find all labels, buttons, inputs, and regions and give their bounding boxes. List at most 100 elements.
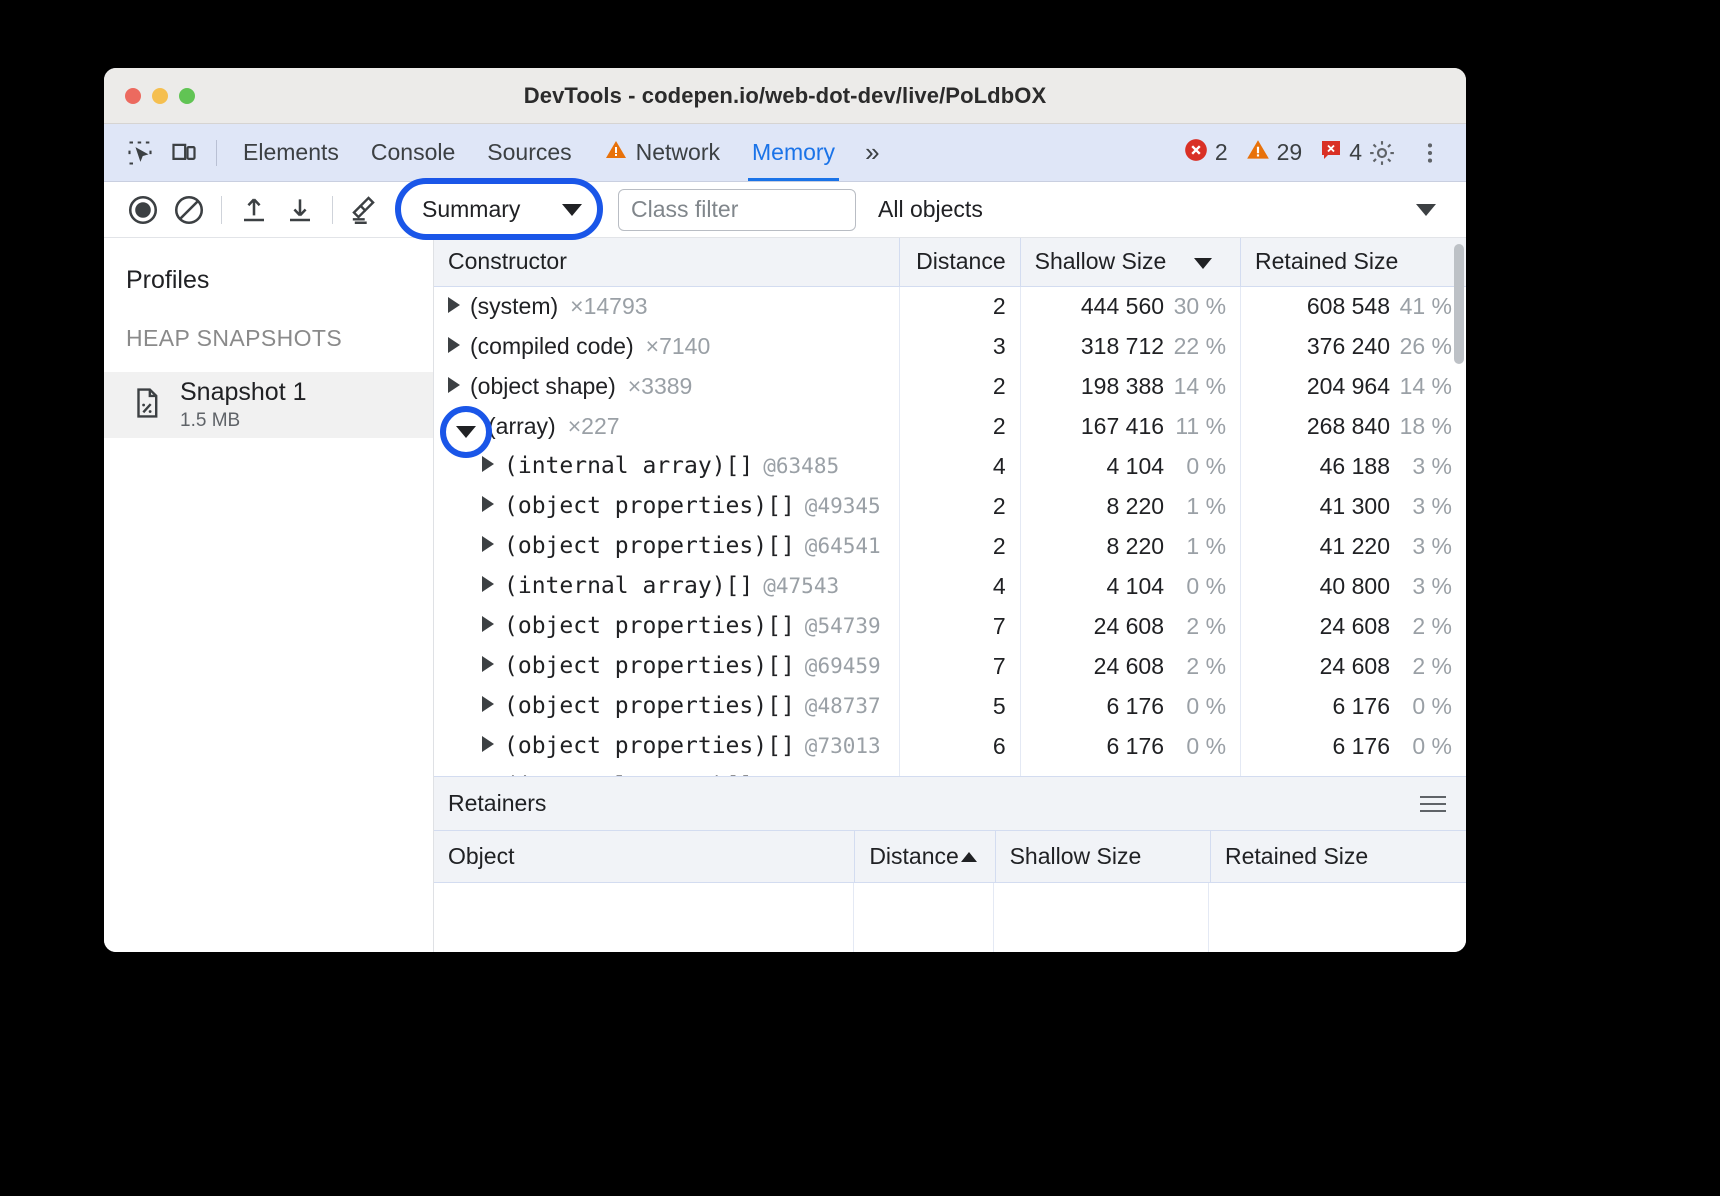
column-header-object[interactable]: Object <box>434 830 855 882</box>
retained-size-percent: 41 % <box>1390 293 1452 320</box>
constructor-cell[interactable]: (object properties)[]@64541 <box>434 526 900 566</box>
chevron-right-icon[interactable] <box>482 496 494 512</box>
issues-counter[interactable]: 4 <box>1319 138 1362 168</box>
chevron-right-icon[interactable] <box>448 337 460 353</box>
kebab-menu-icon[interactable] <box>1408 131 1452 175</box>
table-row[interactable]: (internal array)[]@6348544 1040 %46 1883… <box>434 446 1466 486</box>
table-row[interactable]: (compiled code)×71403318 71222 %376 2402… <box>434 326 1466 366</box>
table-row[interactable]: (object properties)[]@4873756 1760 %6 17… <box>434 686 1466 726</box>
tab-console[interactable]: Console <box>355 124 471 181</box>
inspect-icon[interactable] <box>118 131 162 175</box>
sidebar-item-snapshot-1[interactable]: Snapshot 1 1.5 MB <box>104 372 433 438</box>
tab-sources[interactable]: Sources <box>471 124 587 181</box>
collect-garbage-icon[interactable] <box>342 187 388 233</box>
load-icon[interactable] <box>231 187 277 233</box>
warning-counter[interactable]: 29 <box>1245 137 1303 169</box>
shallow-size-percent: 0 % <box>1164 733 1226 760</box>
constructor-cell[interactable]: (object properties)[]@73013 <box>434 726 900 766</box>
retained-size-value: 376 240 <box>1307 333 1390 360</box>
constructor-cell[interactable]: (object properties)[]@48737 <box>434 686 900 726</box>
chevron-down-icon[interactable] <box>1416 204 1436 216</box>
shallow-size: 4 1040 % <box>1020 566 1240 606</box>
shallow-size: 6 1760 % <box>1020 726 1240 766</box>
sidebar-title: Profiles <box>104 238 433 295</box>
tab-memory[interactable]: Memory <box>736 124 851 181</box>
table-row[interactable]: (object properties)[]@54739724 6082 %24 … <box>434 606 1466 646</box>
constructor-cell[interactable]: (internal array)[]@63485 <box>434 446 900 486</box>
shallow-size-value: 24 608 <box>1094 613 1164 640</box>
constructor-name: (object properties)[] <box>504 693 795 719</box>
shallow-size-percent: 30 % <box>1164 293 1226 320</box>
distance-cell: 4 <box>900 566 1020 606</box>
table-row[interactable]: (internal array)[]@4754344 1040 %40 8003… <box>434 566 1466 606</box>
chevron-right-icon[interactable] <box>448 297 460 313</box>
table-row[interactable]: (array)×2272167 41611 %268 84018 % <box>434 406 1466 446</box>
profiler-toolbar: Summary Class filter All objects <box>104 182 1466 238</box>
tab-label: Console <box>371 139 455 166</box>
shallow-size: 4 1040 % <box>1020 446 1240 486</box>
device-toolbar-icon[interactable] <box>162 131 206 175</box>
shallow-size-percent: 2 % <box>1164 613 1226 640</box>
object-scope-select[interactable]: All objects <box>878 196 983 223</box>
chevron-right-icon[interactable] <box>482 576 494 592</box>
column-header-distance[interactable]: Distance <box>900 238 1020 286</box>
save-icon[interactable] <box>277 187 323 233</box>
view-mode-select[interactable]: Summary <box>408 189 594 231</box>
column-header-retained-size[interactable]: Retained Size <box>1241 238 1466 286</box>
column-header-shallow-size[interactable]: Shallow Size <box>1020 238 1240 286</box>
class-filter-input[interactable]: Class filter <box>618 189 856 231</box>
retained-size: 376 24026 % <box>1241 326 1466 366</box>
tab-label: Memory <box>752 139 835 166</box>
chevron-right-icon[interactable] <box>482 456 494 472</box>
shallow-size: 24 6082 % <box>1020 606 1240 646</box>
table-row[interactable]: (object properties)[]@6454128 2201 %41 2… <box>434 526 1466 566</box>
column-header-shallow-size[interactable]: Shallow Size <box>995 830 1210 882</box>
constructor-grid-body: (system)×147932444 56030 %608 54841 %(co… <box>434 286 1466 776</box>
error-counter[interactable]: 2 <box>1183 137 1228 169</box>
constructor-cell[interactable]: (object properties)[]@69459 <box>434 646 900 686</box>
retained-size: 24 6082 % <box>1241 606 1466 646</box>
clear-icon[interactable] <box>166 187 212 233</box>
constructor-cell[interactable]: (system)×14793 <box>434 286 900 326</box>
chevron-right-icon[interactable] <box>448 377 460 393</box>
table-header-row: Constructor Distance Shallow Size Retain… <box>434 238 1466 286</box>
record-icon[interactable] <box>120 187 166 233</box>
error-icon <box>1183 137 1209 169</box>
more-tabs-button[interactable]: » <box>851 137 891 168</box>
shallow-size: 8 2201 % <box>1020 526 1240 566</box>
gear-icon[interactable] <box>1360 131 1404 175</box>
instance-count: ×7140 <box>646 333 711 359</box>
column-header-retained-size[interactable]: Retained Size <box>1210 830 1466 882</box>
retained-size: 4 1160 % <box>1241 766 1466 776</box>
constructor-cell[interactable]: (object shape)×3389 <box>434 366 900 406</box>
column-header-constructor[interactable]: Constructor <box>434 238 900 286</box>
vertical-scrollbar[interactable] <box>1454 244 1464 364</box>
table-row[interactable]: (system)×147932444 56030 %608 54841 % <box>434 286 1466 326</box>
shallow-size-value: 8 220 <box>1106 493 1164 520</box>
chevron-right-icon[interactable] <box>482 656 494 672</box>
shallow-size-value: 4 104 <box>1106 453 1164 480</box>
chevron-right-icon[interactable] <box>482 616 494 632</box>
table-row[interactable]: (object shape)×33892198 38814 %204 96414… <box>434 366 1466 406</box>
constructor-cell[interactable]: (object properties)[]@49345 <box>434 486 900 526</box>
expanded-row-highlight-ring[interactable] <box>440 406 492 458</box>
table-row[interactable]: (object properties)[]@4934528 2201 %41 3… <box>434 486 1466 526</box>
chevron-right-icon[interactable] <box>482 536 494 552</box>
chevron-right-icon[interactable] <box>482 736 494 752</box>
shallow-size: 8 2201 % <box>1020 486 1240 526</box>
table-row[interactable]: (internal array)[]@3963744 1160 %4 1160 … <box>434 766 1466 776</box>
table-row[interactable]: (object properties)[]@7301366 1760 %6 17… <box>434 726 1466 766</box>
toolbar-divider <box>332 196 333 224</box>
constructor-cell[interactable]: (internal array)[]@47543 <box>434 566 900 606</box>
chevron-right-icon[interactable] <box>482 696 494 712</box>
retainers-menu-icon[interactable] <box>1420 796 1446 812</box>
table-row[interactable]: (object properties)[]@69459724 6082 %24 … <box>434 646 1466 686</box>
constructor-cell[interactable]: (object properties)[]@54739 <box>434 606 900 646</box>
sort-desc-icon <box>1194 258 1212 269</box>
constructor-cell[interactable]: (compiled code)×7140 <box>434 326 900 366</box>
column-header-distance[interactable]: Distance <box>855 830 995 882</box>
constructor-cell[interactable]: (internal array)[]@39637 <box>434 766 900 776</box>
tab-elements[interactable]: Elements <box>227 124 355 181</box>
constructor-cell[interactable]: (array)×227 <box>434 406 900 446</box>
tab-network[interactable]: Network <box>588 124 736 181</box>
